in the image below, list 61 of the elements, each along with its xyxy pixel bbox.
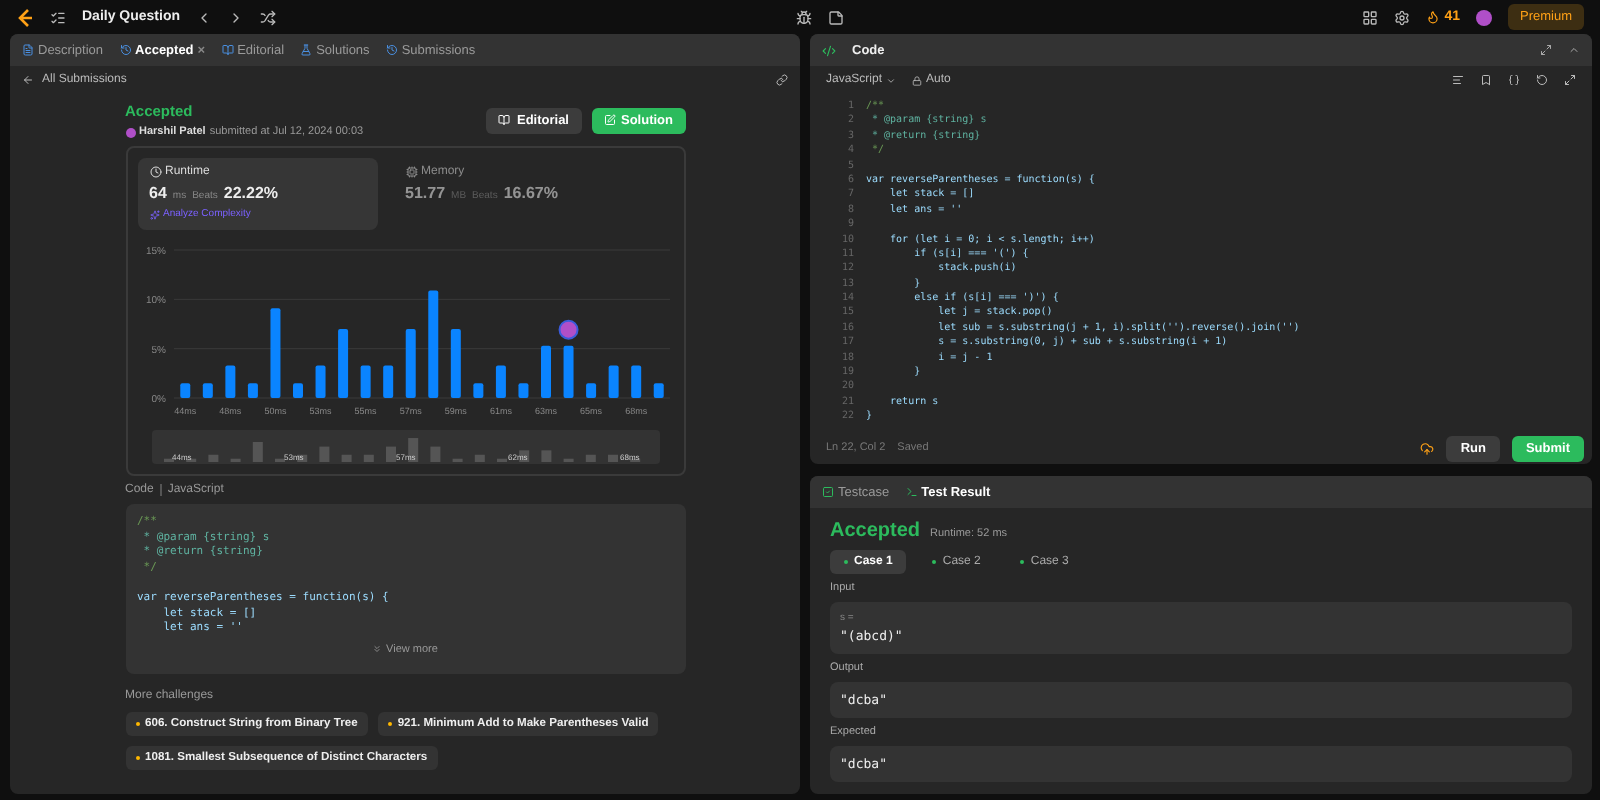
caret-icon xyxy=(886,75,897,85)
collapse-icon[interactable] xyxy=(1568,44,1580,56)
chart-bar xyxy=(201,383,212,398)
history-icon xyxy=(385,44,398,56)
chart-bar xyxy=(630,365,641,398)
logo-icon xyxy=(16,7,34,27)
user-avatar[interactable] xyxy=(1476,9,1492,25)
chart-bar xyxy=(179,383,190,398)
braces-icon[interactable] xyxy=(1508,74,1520,86)
chart-bar xyxy=(337,328,348,398)
edit-icon xyxy=(603,114,615,126)
terminal-icon xyxy=(905,486,918,498)
result-status: Accepted xyxy=(830,520,921,542)
history-icon xyxy=(119,44,132,56)
chart-bar xyxy=(494,365,505,398)
chart-bar xyxy=(562,345,573,398)
chart-bar xyxy=(404,328,415,398)
code-icon xyxy=(822,43,836,57)
metric-value: 64 xyxy=(149,184,167,202)
chart-bar xyxy=(652,383,663,398)
sparkle-icon xyxy=(149,209,159,219)
chart-bar xyxy=(224,365,235,398)
chart-bar xyxy=(359,365,370,398)
list-icon[interactable] xyxy=(50,9,66,25)
chart-bar xyxy=(246,383,257,398)
avatar-marker xyxy=(557,319,578,340)
format-icon[interactable] xyxy=(1452,74,1464,86)
debug-icon[interactable] xyxy=(795,9,812,25)
checkbox-icon xyxy=(822,486,834,498)
flask-icon xyxy=(300,44,313,56)
chart-bar xyxy=(382,365,393,398)
chevrons-down-icon xyxy=(372,644,383,655)
clock-icon xyxy=(149,166,161,178)
note-icon[interactable] xyxy=(827,9,844,25)
upload-icon[interactable] xyxy=(1420,441,1435,455)
chip-icon xyxy=(405,166,417,178)
shuffle-icon[interactable] xyxy=(260,9,277,25)
back-icon[interactable] xyxy=(22,73,34,85)
chart-bar xyxy=(540,345,550,398)
document-icon xyxy=(22,44,34,56)
chart-bar xyxy=(472,383,483,398)
grid-icon[interactable] xyxy=(1362,9,1379,25)
settings-icon[interactable] xyxy=(1394,9,1411,25)
chart-bar xyxy=(314,365,325,398)
user-avatar xyxy=(125,127,135,137)
beats-value: 22.22% xyxy=(223,184,279,202)
chart-bar xyxy=(269,308,280,398)
bookmark-icon[interactable] xyxy=(1480,74,1492,86)
book-icon xyxy=(498,114,511,126)
lock-icon xyxy=(912,75,923,85)
chart-bar xyxy=(517,383,528,398)
link-icon[interactable] xyxy=(776,73,788,85)
chart-bar xyxy=(607,365,618,398)
chart-bar xyxy=(585,383,596,398)
beats-value: 16.67% xyxy=(503,184,558,202)
chart-bar xyxy=(292,383,302,398)
book-icon xyxy=(221,44,234,56)
chart-bar xyxy=(427,290,438,398)
metric-value: 51.77 xyxy=(405,184,446,202)
reset-icon[interactable] xyxy=(1536,74,1548,86)
chart-bar xyxy=(449,328,460,398)
